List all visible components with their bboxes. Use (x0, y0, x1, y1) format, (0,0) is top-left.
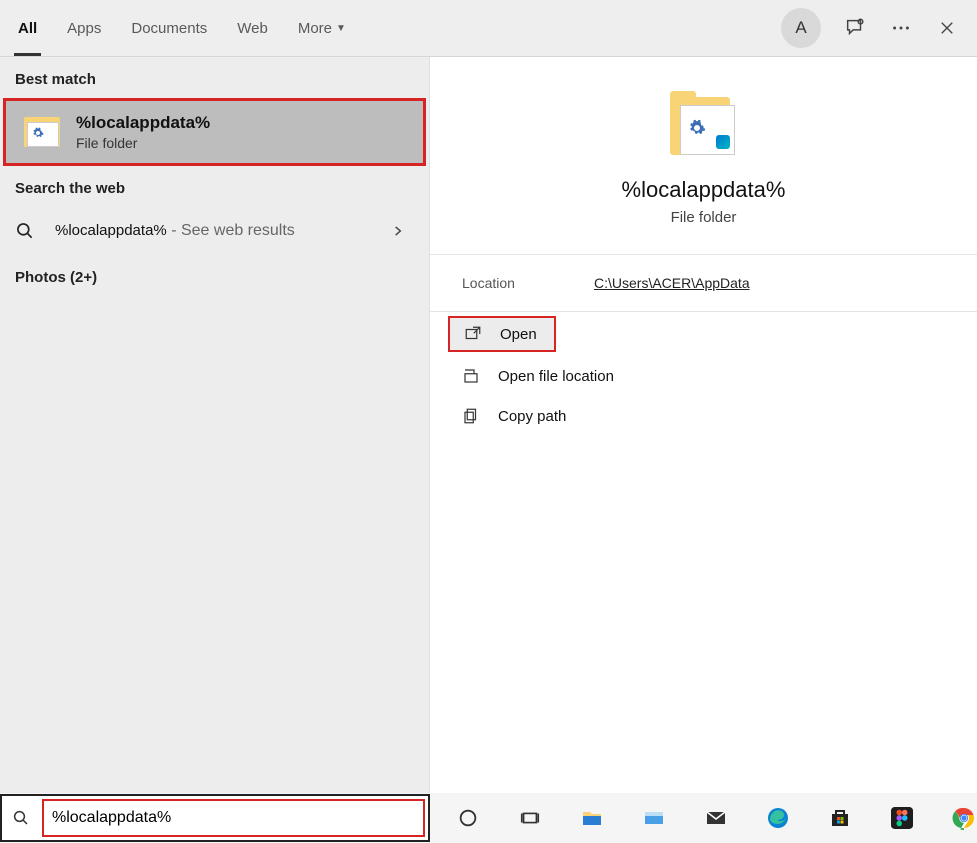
folder-location-icon (462, 367, 480, 385)
location-row: Location C:\Users\ACER\AppData (430, 255, 977, 312)
photos-result[interactable]: Photos (2+) (0, 255, 429, 300)
best-match-subtitle: File folder (76, 135, 210, 151)
close-icon[interactable] (935, 16, 959, 40)
chrome-icon[interactable] (950, 804, 977, 832)
folder-icon-large (670, 97, 738, 155)
file-explorer-icon[interactable] (578, 804, 606, 832)
search-input-highlight (42, 799, 425, 837)
best-match-title: %localappdata% (76, 113, 210, 133)
results-panel: Best match %localappdata% File folder Se… (0, 57, 430, 793)
actions-list: Open Open file location Copy path (430, 312, 977, 436)
location-value[interactable]: C:\Users\ACER\AppData (594, 275, 750, 291)
tab-web[interactable]: Web (237, 0, 268, 56)
preview-subtitle: File folder (671, 209, 737, 226)
best-match-result[interactable]: %localappdata% File folder (3, 98, 426, 166)
web-result[interactable]: %localappdata% - See web results (0, 207, 429, 255)
feedback-icon[interactable] (843, 16, 867, 40)
more-options-icon[interactable] (889, 16, 913, 40)
tab-more[interactable]: More ▼ (298, 0, 346, 56)
action-copy-path-label: Copy path (498, 408, 566, 425)
main-area: Best match %localappdata% File folder Se… (0, 57, 977, 793)
chevron-right-icon (391, 224, 405, 238)
search-icon (12, 809, 30, 827)
folder-icon (24, 117, 60, 147)
action-open[interactable]: Open (448, 316, 556, 352)
details-panel: %localappdata% File folder Location C:\U… (430, 57, 977, 793)
search-icon (15, 221, 35, 241)
web-result-text: %localappdata% - See web results (55, 222, 295, 240)
figma-icon[interactable] (888, 804, 916, 832)
tab-all[interactable]: All (18, 0, 37, 56)
section-best-match: Best match (0, 57, 429, 98)
search-scope-bar: All Apps Documents Web More ▼ A (0, 0, 977, 57)
chevron-down-icon: ▼ (336, 23, 346, 34)
edge-icon[interactable] (764, 804, 792, 832)
open-icon (464, 325, 482, 343)
taskbar-tray (430, 804, 977, 832)
action-open-label: Open (500, 326, 537, 343)
search-box[interactable] (0, 794, 430, 842)
tab-more-label: More (298, 20, 332, 37)
topbar-right: A (781, 8, 959, 48)
task-view-icon[interactable] (516, 804, 544, 832)
mail-icon[interactable] (702, 804, 730, 832)
preview-block: %localappdata% File folder (430, 57, 977, 255)
action-open-location-label: Open file location (498, 368, 614, 385)
best-match-texts: %localappdata% File folder (76, 113, 210, 151)
preview-title: %localappdata% (622, 177, 786, 203)
store-icon[interactable] (826, 804, 854, 832)
copy-icon (462, 407, 480, 425)
web-result-query: %localappdata% (55, 222, 167, 239)
section-search-web: Search the web (0, 166, 429, 207)
web-result-suffix: - See web results (167, 222, 295, 239)
keyboard-app-icon[interactable] (640, 804, 668, 832)
location-label: Location (462, 275, 594, 291)
action-open-file-location[interactable]: Open file location (430, 356, 977, 396)
tab-documents[interactable]: Documents (131, 0, 207, 56)
action-copy-path[interactable]: Copy path (430, 396, 977, 436)
scope-tabs: All Apps Documents Web More ▼ (18, 0, 346, 56)
taskbar (0, 793, 977, 843)
search-input[interactable] (52, 809, 423, 827)
tab-apps[interactable]: Apps (67, 0, 101, 56)
cortana-icon[interactable] (454, 804, 482, 832)
user-avatar[interactable]: A (781, 8, 821, 48)
